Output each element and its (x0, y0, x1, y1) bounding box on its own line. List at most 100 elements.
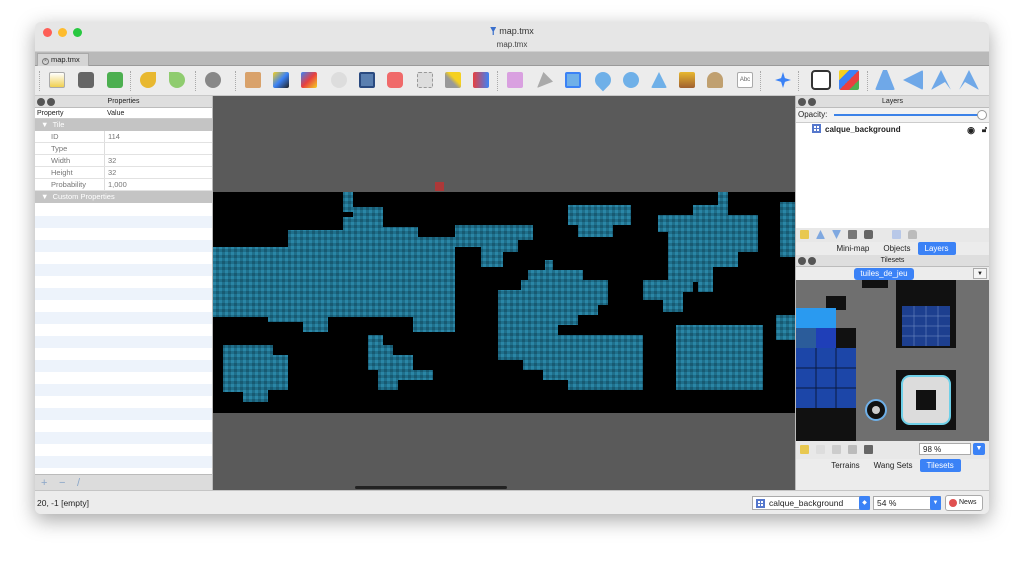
news-button[interactable]: News (945, 495, 983, 511)
remove-tileset-icon[interactable] (864, 445, 873, 454)
tilesets-panel-header: Tilesets (796, 255, 989, 267)
select-objects-icon[interactable] (507, 72, 523, 88)
terrain-brush-icon[interactable] (273, 72, 289, 88)
lower-layer-icon[interactable] (832, 230, 841, 239)
edit-tileset-icon[interactable] (848, 445, 857, 454)
tile-group-header[interactable]: ▼ Tile (35, 119, 212, 131)
insert-ellipse-icon[interactable] (623, 72, 639, 88)
property-value: 114 (108, 132, 120, 141)
tile-map[interactable] (213, 192, 795, 413)
insert-polygon-icon[interactable] (651, 72, 667, 88)
property-row[interactable]: Height 32 (35, 167, 212, 179)
tab-terrains[interactable]: Terrains (824, 459, 866, 472)
rotate-left-icon[interactable] (931, 70, 951, 90)
select-same-tile-icon[interactable] (473, 72, 489, 88)
float-panel-icon[interactable] (808, 98, 816, 106)
save-icon[interactable] (78, 72, 94, 88)
flip-vertical-icon[interactable] (903, 70, 923, 90)
properties-title: Properties (107, 98, 140, 105)
property-value[interactable] (105, 143, 108, 154)
lock-icon[interactable]: 🔓︎ (982, 123, 987, 137)
value-column-header[interactable]: Value (105, 108, 124, 118)
layers-list[interactable]: calque_background ◉ 🔓︎ (796, 122, 989, 228)
custom-properties-list[interactable] (35, 216, 212, 476)
insert-tile-icon[interactable] (679, 72, 695, 88)
rename-property-button[interactable]: / (77, 477, 80, 489)
insert-rectangle-icon[interactable] (565, 72, 581, 88)
undo-icon[interactable] (140, 72, 156, 88)
rectangle-select-icon[interactable] (417, 72, 433, 88)
wang-brush-icon[interactable] (301, 72, 317, 88)
custom-properties-group-header[interactable]: ▼ Custom Properties (35, 191, 212, 203)
close-panel-icon[interactable] (798, 98, 806, 106)
title-bar: map.tmx map.tmx (35, 22, 989, 52)
news-label: News (959, 499, 977, 506)
close-tab-icon[interactable]: × (42, 58, 49, 65)
edit-polygons-icon[interactable] (537, 72, 553, 88)
property-value: 32 (108, 168, 117, 177)
tileset-zoom-dropdown[interactable]: ▼ (973, 443, 985, 455)
raise-layer-icon[interactable] (816, 230, 825, 239)
property-row[interactable]: Probability 1,000 (35, 179, 212, 191)
map-canvas[interactable] (213, 96, 795, 490)
toolbar-separator (760, 71, 761, 91)
opacity-slider-knob[interactable] (977, 110, 987, 120)
close-panel-icon[interactable] (37, 98, 45, 106)
layers-title: Layers (881, 98, 903, 105)
close-panel-icon[interactable] (798, 257, 806, 265)
export-icon[interactable] (107, 72, 123, 88)
property-row[interactable]: ID 114 (35, 131, 212, 143)
move-icon[interactable] (775, 72, 791, 88)
magic-wand-icon[interactable] (445, 72, 461, 88)
tileset-menu-button[interactable]: ▼ (973, 268, 987, 279)
eye-icon[interactable]: ◉ (967, 123, 975, 137)
float-panel-icon[interactable] (47, 98, 55, 106)
duplicate-layer-icon[interactable] (848, 230, 857, 239)
layer-item[interactable]: calque_background ◉ 🔓︎ (796, 123, 989, 137)
show-hide-others-icon[interactable] (892, 230, 901, 239)
embed-tileset-icon[interactable] (816, 445, 825, 454)
property-column-header[interactable]: Property (35, 108, 105, 118)
opacity-slider-track[interactable] (834, 114, 983, 116)
flip-horizontal-icon[interactable] (875, 70, 895, 90)
tab-tilesets[interactable]: Tilesets (919, 459, 961, 472)
current-layer-select[interactable]: calque_background ◆ (752, 496, 870, 510)
commands-icon[interactable] (205, 72, 221, 88)
lock-others-icon[interactable] (908, 230, 917, 239)
tileset-zoom-field[interactable]: 98 % (919, 443, 971, 455)
add-property-button[interactable]: + (41, 477, 47, 489)
property-key: Width (35, 155, 105, 166)
stamp-brush-icon[interactable] (245, 72, 261, 88)
new-tileset-icon[interactable] (800, 445, 809, 454)
tab-wang-sets[interactable]: Wang Sets (867, 459, 920, 472)
tab-objects[interactable]: Objects (876, 242, 917, 255)
shape-fill-icon[interactable] (359, 72, 375, 88)
new-layer-icon[interactable] (800, 230, 809, 239)
tab-mini-map[interactable]: Mini-map (829, 242, 876, 255)
property-row[interactable]: Type (35, 143, 212, 155)
delete-layer-icon[interactable] (864, 230, 873, 239)
bucket-fill-icon[interactable] (331, 72, 347, 88)
remove-property-button[interactable]: − (59, 477, 65, 489)
tileset-tab[interactable]: tuiles_de_jeu (854, 268, 914, 280)
property-row[interactable]: Width 32 (35, 155, 212, 167)
document-tab[interactable]: × map.tmx (37, 53, 89, 66)
export-tileset-icon[interactable] (832, 445, 841, 454)
wang-fill-mode-icon[interactable] (839, 70, 859, 90)
tileset-view[interactable] (796, 280, 989, 441)
new-file-icon[interactable] (49, 72, 65, 88)
float-panel-icon[interactable] (808, 257, 816, 265)
property-value[interactable]: 1,000 (105, 179, 127, 190)
random-mode-icon[interactable] (811, 70, 831, 90)
redo-icon[interactable] (169, 72, 185, 88)
rotate-right-icon[interactable] (959, 70, 979, 90)
tile-map-graphics (213, 192, 795, 402)
map-zoom-select[interactable]: 54 % ▼ (873, 496, 941, 510)
horizontal-scrollbar[interactable] (355, 486, 507, 489)
insert-text-icon[interactable]: Abc (737, 72, 753, 88)
tab-layers[interactable]: Layers (917, 242, 956, 255)
insert-template-icon[interactable] (707, 72, 723, 88)
insert-point-icon[interactable] (591, 68, 615, 92)
property-value: 32 (108, 156, 117, 165)
eraser-icon[interactable] (387, 72, 403, 88)
